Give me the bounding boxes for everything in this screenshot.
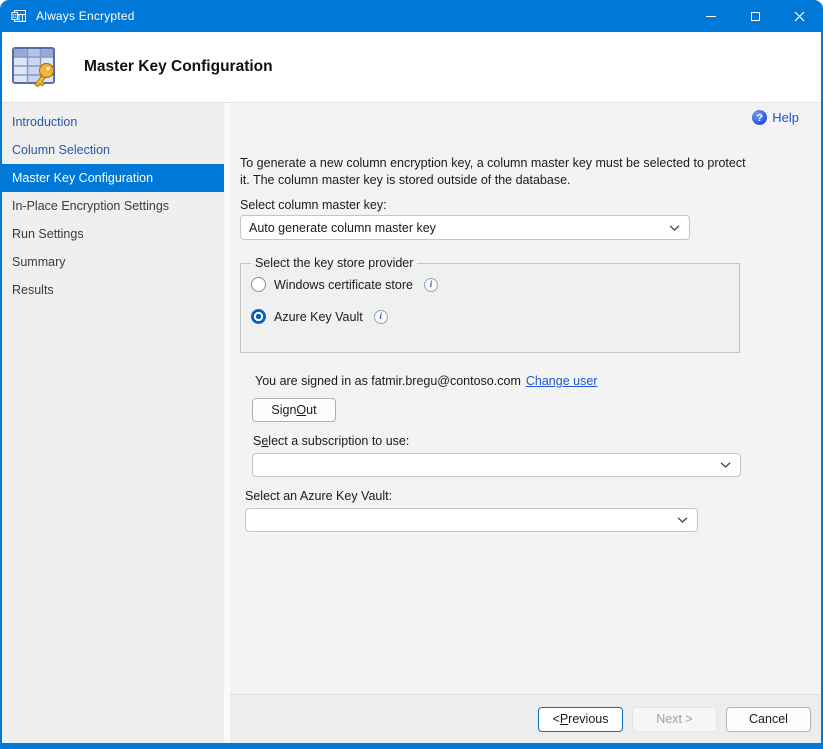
wizard-header: Master Key Configuration — [2, 32, 821, 103]
sidebar-item-introduction[interactable]: Introduction — [2, 108, 224, 136]
vault-dropdown[interactable] — [245, 508, 698, 532]
chevron-down-icon — [677, 517, 688, 523]
radio-azure-key-vault[interactable]: Azure Key Vault — [251, 309, 729, 324]
keystore-provider-legend: Select the key store provider — [251, 256, 417, 270]
close-button[interactable] — [777, 0, 821, 32]
minimize-icon — [706, 16, 716, 17]
minimize-button[interactable] — [689, 0, 733, 32]
maximize-icon — [751, 12, 760, 21]
table-key-icon — [11, 8, 27, 24]
radio-icon — [251, 277, 266, 292]
always-encrypted-window: Always Encrypted Master Key Configuratio… — [0, 0, 823, 749]
main-panel: Help To generate a new column encryption… — [230, 103, 821, 743]
sidebar-item-column-selection[interactable]: Column Selection — [2, 136, 224, 164]
wizard-footer: < Previous Next > Cancel — [230, 694, 821, 743]
table-key-icon — [10, 43, 58, 91]
chevron-down-icon — [669, 225, 680, 231]
intro-text: To generate a new column encryption key,… — [240, 155, 820, 188]
page-title: Master Key Configuration — [84, 58, 273, 76]
subscription-label: Select a subscription to use: — [253, 434, 409, 448]
sidebar-item-master-key-configuration[interactable]: Master Key Configuration — [2, 164, 224, 192]
info-circle-icon[interactable] — [374, 310, 388, 324]
cancel-button[interactable]: Cancel — [726, 707, 811, 732]
sidebar-item-run-settings[interactable]: Run Settings — [2, 220, 224, 248]
signin-text: You are signed in as fatmir.bregu@contos… — [255, 374, 521, 388]
chevron-down-icon — [720, 462, 731, 468]
sidebar-item-inplace-encryption-settings[interactable]: In-Place Encryption Settings — [2, 192, 224, 220]
wizard-steps-sidebar: Introduction Column Selection Master Key… — [2, 103, 224, 743]
help-link[interactable]: Help — [752, 110, 799, 125]
vault-label: Select an Azure Key Vault: — [245, 489, 392, 503]
sidebar-item-summary[interactable]: Summary — [2, 248, 224, 276]
help-question-icon — [752, 110, 767, 125]
keystore-provider-group: Select the key store provider Windows ce… — [240, 256, 740, 353]
radio-icon — [251, 309, 266, 324]
cmk-dropdown[interactable]: Auto generate column master key — [240, 215, 690, 240]
change-user-link[interactable]: Change user — [526, 374, 598, 388]
radio-label: Windows certificate store — [274, 278, 413, 292]
info-circle-icon[interactable] — [424, 278, 438, 292]
radio-label: Azure Key Vault — [274, 310, 363, 324]
cmk-label: Select column master key: — [240, 198, 387, 212]
titlebar: Always Encrypted — [2, 0, 821, 32]
previous-button[interactable]: < Previous — [538, 707, 623, 732]
sidebar-item-results[interactable]: Results — [2, 276, 224, 304]
sign-out-button[interactable]: Sign Out — [252, 398, 336, 422]
cmk-dropdown-value: Auto generate column master key — [249, 221, 436, 235]
close-icon — [794, 11, 805, 22]
subscription-dropdown[interactable] — [252, 453, 741, 477]
signin-status: You are signed in as fatmir.bregu@contos… — [255, 374, 597, 388]
next-button[interactable]: Next > — [632, 707, 717, 732]
maximize-button[interactable] — [733, 0, 777, 32]
window-controls — [689, 0, 821, 32]
radio-windows-certificate-store[interactable]: Windows certificate store — [251, 277, 729, 292]
window-title: Always Encrypted — [36, 9, 135, 23]
help-label: Help — [772, 110, 799, 125]
